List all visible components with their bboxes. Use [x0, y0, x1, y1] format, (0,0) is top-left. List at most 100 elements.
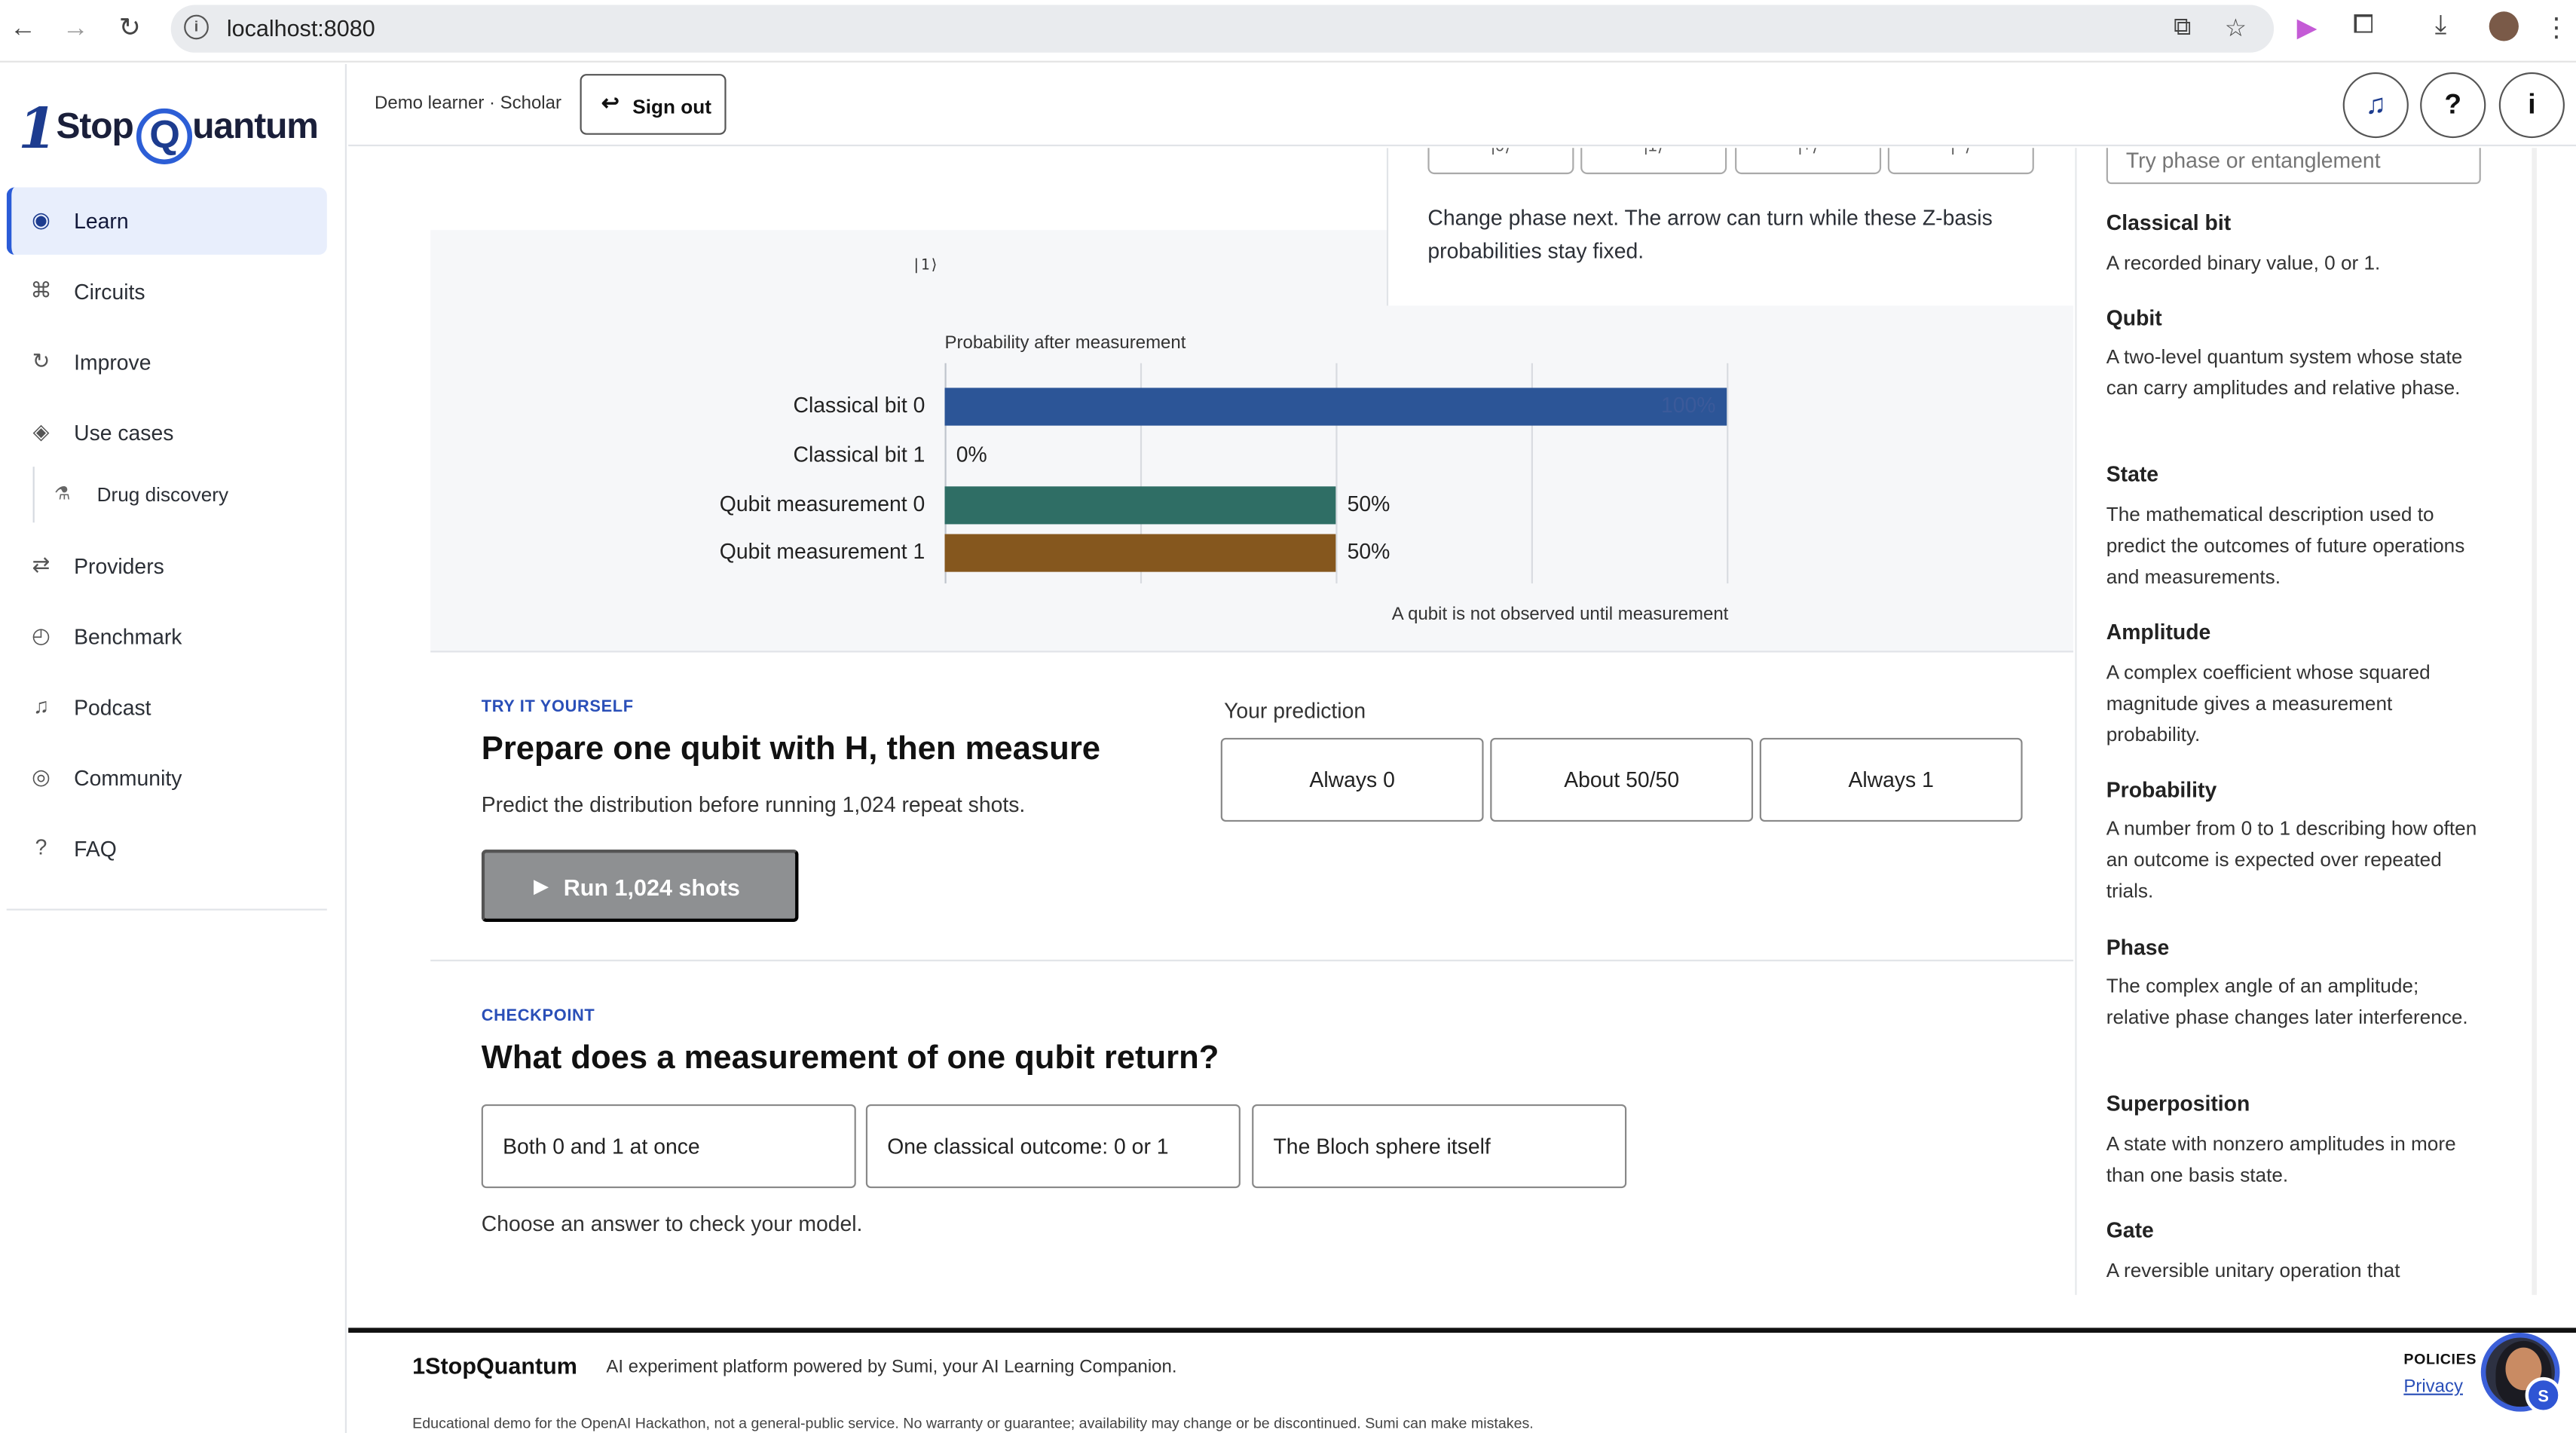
- top-bar: Demo learner · Scholar ↩ Sign out ♫ ? i: [348, 64, 2576, 147]
- basis-button[interactable]: |0⟩: [1427, 148, 1574, 175]
- try-eyebrow: TRY IT YOURSELF: [481, 698, 634, 717]
- chart-title: Probability after measurement: [944, 333, 1186, 354]
- sidebar-item-label: Use cases: [74, 421, 174, 446]
- brand-logo[interactable]: 1Stop Quantum: [18, 97, 319, 164]
- main-content: |1⟩ |0⟩ |1⟩ |+⟩ |−⟩ Change phase next. T…: [348, 148, 2074, 1328]
- sidebar-item-use-cases[interactable]: ◈ Use cases: [7, 400, 327, 467]
- glossary-definition: A two-level quantum system whose state c…: [2106, 344, 2463, 400]
- flask-icon: ⚗: [54, 485, 71, 505]
- glossary-term: Probability: [2106, 777, 2217, 802]
- bar-qubit-measurement-0: [944, 486, 1336, 525]
- glossary-definition: The complex angle of an amplitude; relat…: [2106, 974, 2468, 1029]
- glossary-term: Gate: [2106, 1217, 2154, 1243]
- site-info-icon[interactable]: i: [184, 14, 209, 40]
- checkpoint-eyebrow: CHECKPOINT: [481, 1007, 595, 1026]
- prediction-always-1[interactable]: Always 1: [1759, 737, 2023, 822]
- glossary-term: Superposition: [2106, 1091, 2250, 1116]
- sidebar-item-drug-discovery[interactable]: ⚗ Drug discovery: [32, 467, 327, 523]
- sidebar-item-label: Community: [74, 765, 182, 791]
- glossary-term: Qubit: [2106, 305, 2162, 331]
- run-shots-button[interactable]: ▶ Run 1,024 shots: [481, 850, 799, 922]
- chart-footnote: A qubit is not observed until measuremen…: [1391, 605, 1729, 625]
- bar-label: Classical bit 0: [793, 393, 925, 418]
- sidebar-item-improve[interactable]: ↻ Improve: [7, 329, 327, 396]
- logo-q-icon: Q: [136, 108, 193, 164]
- basis-button[interactable]: |−⟩: [1887, 148, 2034, 175]
- glossary-term: State: [2106, 461, 2159, 487]
- checkpoint-note: Choose an answer to check your model.: [481, 1211, 863, 1236]
- footer-disclaimer: Educational demo for the OpenAI Hackatho…: [412, 1414, 1534, 1431]
- prediction-about-50-50[interactable]: About 50/50: [1490, 737, 1754, 822]
- address-bar[interactable]: i localhost:8080 ⧉ ☆: [170, 5, 2275, 53]
- glossary-search[interactable]: [2106, 148, 2481, 185]
- forward-icon[interactable]: →: [57, 11, 93, 47]
- bar-label: Classical bit 1: [793, 442, 925, 467]
- glossary-scrollbar[interactable]: [2532, 148, 2537, 1295]
- sidebar-item-providers[interactable]: ⇄ Providers: [7, 532, 327, 599]
- footer: 1StopQuantum AI experiment platform powe…: [348, 1327, 2576, 1433]
- footer-brand: 1StopQuantum: [412, 1352, 577, 1379]
- sidebar-item-learn[interactable]: ◉ Learn: [6, 187, 327, 255]
- bar-label: Qubit measurement 1: [719, 539, 925, 564]
- logo-rest: uantum: [192, 105, 319, 147]
- user-label: Demo learner · Scholar: [375, 93, 561, 114]
- help-icon[interactable]: ?: [2420, 72, 2486, 139]
- glossary-definition: The mathematical description used to pre…: [2106, 503, 2465, 589]
- reload-icon[interactable]: ↻: [112, 11, 148, 47]
- bar-classical-bit-0: [944, 387, 1727, 426]
- bar-value: 0%: [956, 442, 987, 467]
- privacy-link[interactable]: Privacy: [2403, 1377, 2463, 1397]
- checkpoint-section: CHECKPOINT What does a measurement of on…: [430, 963, 2074, 1328]
- sign-out-icon: ↩: [601, 90, 620, 115]
- bar-value: 50%: [1347, 539, 1390, 564]
- run-shots-label: Run 1,024 shots: [563, 874, 740, 901]
- circuits-icon: ⌘: [30, 277, 52, 303]
- url-text[interactable]: localhost:8080: [227, 15, 375, 41]
- glossary-term: Phase: [2106, 935, 2170, 960]
- bookmark-star-icon[interactable]: ☆: [2225, 13, 2247, 43]
- faq-icon: ?: [35, 834, 47, 860]
- glossary-term: Classical bit: [2106, 210, 2232, 235]
- sidebar-item-podcast[interactable]: ♫ Podcast: [7, 674, 327, 741]
- basis-button[interactable]: |+⟩: [1735, 148, 1882, 175]
- basis-button[interactable]: |1⟩: [1580, 148, 1727, 175]
- answer-option[interactable]: The Bloch sphere itself: [1252, 1104, 1627, 1189]
- bar-qubit-measurement-1: [944, 534, 1336, 572]
- extensions-puzzle-icon[interactable]: ⧠: [2353, 11, 2374, 41]
- answer-option[interactable]: One classical outcome: 0 or 1: [865, 1104, 1241, 1189]
- profile-avatar[interactable]: [2489, 11, 2519, 41]
- sidebar-item-benchmark[interactable]: ◴ Benchmark: [7, 603, 327, 670]
- info-icon[interactable]: i: [2498, 72, 2565, 139]
- try-it-section: TRY IT YOURSELF Prepare one qubit with H…: [430, 654, 2074, 962]
- music-icon[interactable]: ♫: [2342, 72, 2409, 139]
- probability-chart: Probability after measurement Classical …: [430, 305, 2074, 653]
- ket-one-label: |1⟩: [911, 258, 939, 275]
- download-icon[interactable]: ⤓: [2435, 11, 2446, 41]
- prediction-always-0[interactable]: Always 0: [1220, 737, 1484, 822]
- sidebar: 1Stop Quantum ◉ Learn ⌘ Circuits ↻ Improv…: [0, 64, 347, 1433]
- sign-out-button[interactable]: ↩ Sign out: [580, 74, 727, 135]
- sumi-badge[interactable]: S: [2525, 1376, 2562, 1413]
- extension-icon[interactable]: ▶: [2297, 11, 2317, 44]
- glossary-search-input[interactable]: [2125, 148, 2471, 182]
- browser-toolbar: ← → ↻ i localhost:8080 ⧉ ☆ ▶ ⧠ ⤓ ⋮: [0, 0, 2576, 63]
- sign-out-label: Sign out: [632, 95, 711, 118]
- back-icon[interactable]: ←: [5, 11, 41, 47]
- grid-line: [1727, 363, 1729, 583]
- answer-label: The Bloch sphere itself: [1273, 1134, 1491, 1159]
- sidebar-item-faq[interactable]: ? FAQ: [7, 815, 327, 882]
- community-icon: ◎: [32, 764, 50, 789]
- install-app-icon[interactable]: ⧉: [2174, 13, 2191, 41]
- glossary-definition: A number from 0 to 1 describing how ofte…: [2106, 816, 2477, 902]
- sidebar-item-community[interactable]: ◎ Community: [7, 745, 327, 812]
- glossary-definition: A reversible unitary operation that: [2106, 1258, 2400, 1282]
- sidebar-divider: [6, 908, 327, 911]
- answer-label: Both 0 and 1 at once: [503, 1134, 700, 1159]
- answer-option[interactable]: Both 0 and 1 at once: [481, 1104, 856, 1189]
- sidebar-item-circuits[interactable]: ⌘ Circuits: [7, 258, 327, 325]
- browser-menu-icon[interactable]: ⋮: [2544, 11, 2570, 44]
- providers-icon: ⇄: [32, 552, 50, 577]
- try-title: Prepare one qubit with H, then measure: [481, 731, 1101, 768]
- logo-stop: Stop: [56, 105, 133, 147]
- sidebar-item-label: Podcast: [74, 695, 151, 720]
